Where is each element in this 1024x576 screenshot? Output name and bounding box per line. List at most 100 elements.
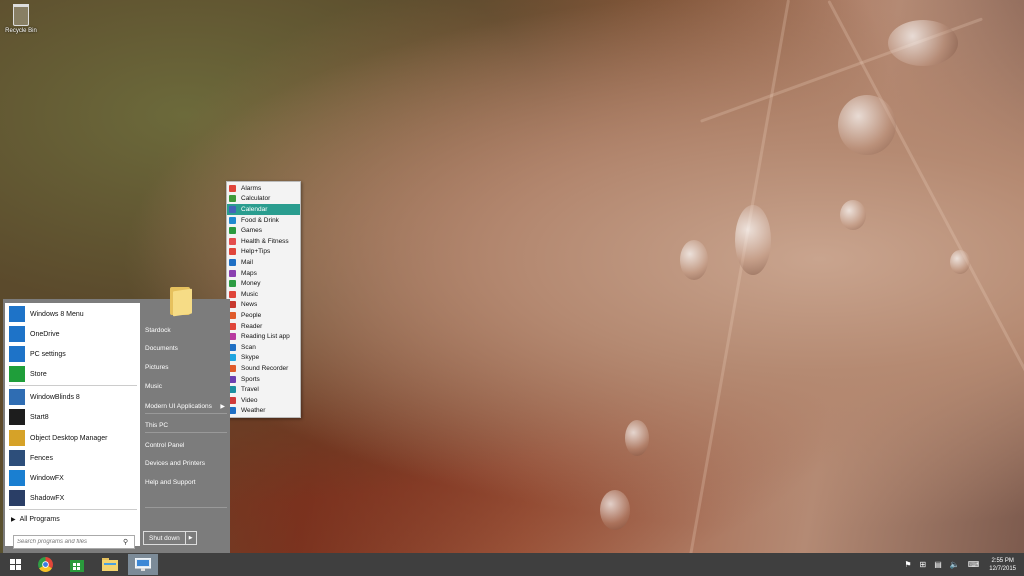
submenu-item[interactable]: Mail (227, 257, 300, 268)
start-menu-right-item[interactable]: Pictures (145, 360, 231, 374)
start-menu-item[interactable]: Start8 (9, 408, 137, 426)
submenu-item[interactable]: Reader (227, 321, 300, 332)
submenu-item[interactable]: Video (227, 395, 300, 406)
start-menu-item[interactable]: Object Desktop Manager (9, 429, 137, 447)
search-input[interactable] (14, 538, 123, 546)
menu-separator (145, 432, 227, 433)
submenu-item[interactable]: Music (227, 289, 300, 300)
submenu-item[interactable]: News (227, 300, 300, 311)
fences-icon (9, 450, 25, 466)
app-icon (229, 290, 236, 298)
start-menu-right-item-label: Stardock (145, 326, 171, 334)
app-icon (229, 216, 236, 224)
start-menu-right-item-label: Modern UI Applications (145, 402, 212, 410)
submenu-item-label: Sports (241, 375, 260, 383)
clock-time: 2:55 PM (991, 557, 1014, 564)
menu-separator (145, 507, 227, 508)
network-icon[interactable]: ▤ (934, 560, 942, 569)
start-menu-item[interactable]: Windows 8 Menu (9, 305, 137, 323)
start-menu-item[interactable]: WindowFX (9, 469, 137, 487)
submenu-item[interactable]: Food & Drink (227, 215, 300, 226)
folder-icon (102, 558, 118, 571)
submenu-item[interactable]: Calculator (227, 194, 300, 205)
submenu-item[interactable]: People (227, 310, 300, 321)
submenu-item[interactable]: Health & Fitness (227, 236, 300, 247)
submenu-item-label: Skype (241, 354, 260, 362)
start-menu-item-label: OneDrive (30, 330, 60, 338)
start-menu-item[interactable]: WindowBlinds 8 (9, 388, 137, 406)
start-menu-right-item[interactable]: Documents (145, 341, 231, 355)
submenu-item-label: Sound Recorder (241, 364, 289, 372)
user-folder-icon[interactable] (170, 285, 192, 317)
start-menu-right-item[interactable]: This PC (145, 418, 231, 432)
windowblinds-icon (9, 389, 25, 405)
start-menu-item[interactable]: Store (9, 365, 137, 383)
onedrive-icon (9, 326, 25, 342)
all-programs-button[interactable]: ▶ All Programs (11, 516, 60, 523)
windows-logo-icon (9, 559, 21, 570)
taskbar: ⚑ ⊞ ▤ 🔈 ⌨ 2:55 PM 12/7/2015 (0, 553, 1024, 576)
start-button[interactable] (0, 554, 30, 575)
start-menu-item-label: Start8 (30, 413, 49, 421)
control-panel-button[interactable] (128, 554, 158, 575)
start-menu-right-item-label: Help and Support (145, 478, 196, 486)
windows-tray-icon[interactable]: ⊞ (920, 560, 927, 569)
submenu-item[interactable]: Sports (227, 374, 300, 385)
store-icon (70, 559, 84, 572)
shutdown-button[interactable]: Shut down (144, 532, 186, 544)
submenu-item[interactable]: Weather (227, 406, 300, 417)
submenu-item[interactable]: Sound Recorder (227, 363, 300, 374)
start-menu-item-label: WindowBlinds 8 (30, 393, 80, 401)
all-programs-label: All Programs (19, 516, 60, 523)
submenu-item[interactable]: Skype (227, 353, 300, 364)
submenu-item[interactable]: Travel (227, 384, 300, 395)
submenu-item[interactable]: Help+Tips (227, 247, 300, 258)
start-menu-item[interactable]: PC settings (9, 345, 137, 363)
file-explorer-button[interactable] (95, 554, 125, 575)
start-menu-right-item-label: This PC (145, 421, 169, 429)
start-menu-item-label: Windows 8 Menu (30, 310, 84, 318)
start-menu-item[interactable]: OneDrive (9, 325, 137, 343)
app-icon (229, 269, 236, 277)
submenu-item[interactable]: Maps (227, 268, 300, 279)
submenu-item[interactable]: Calendar (227, 204, 300, 215)
submenu-item[interactable]: Reading List app (227, 331, 300, 342)
volume-icon[interactable]: 🔈 (950, 560, 960, 569)
app-icon (229, 184, 236, 192)
menu-separator (145, 413, 227, 414)
start-menu-right-item[interactable]: Control Panel (145, 438, 231, 452)
start-menu-item[interactable]: ShadowFX (9, 489, 137, 507)
modern-ui-applications-submenu: Alarms Calculator Calendar Food & Drink Game… (226, 181, 301, 418)
chevron-right-icon: ▶ (220, 403, 225, 410)
start-menu-right-item[interactable]: Music (145, 379, 231, 393)
start-menu-right-item[interactable]: Devices and Printers (145, 456, 231, 470)
submenu-item[interactable]: Scan (227, 342, 300, 353)
start-menu-right-item[interactable]: Stardock (145, 323, 231, 337)
menu-separator (9, 509, 137, 510)
start-menu-item-label: Store (30, 370, 47, 378)
clock[interactable]: 2:55 PM 12/7/2015 (989, 557, 1016, 573)
flag-icon[interactable]: ⚑ (904, 560, 911, 569)
submenu-item[interactable]: Money (227, 278, 300, 289)
chrome-button[interactable] (30, 554, 60, 575)
app-icon (229, 311, 236, 319)
shutdown-options-arrow-icon[interactable]: ▶ (186, 532, 196, 544)
search-box[interactable]: ⚲ (13, 535, 135, 549)
submenu-item[interactable]: Games (227, 225, 300, 236)
keyboard-icon[interactable]: ⌨ (968, 560, 980, 569)
submenu-item-label: People (241, 311, 262, 319)
submenu-item-label: Mail (241, 258, 253, 266)
app-icon (229, 205, 236, 213)
submenu-item[interactable]: Alarms (227, 183, 300, 194)
app-icon (229, 227, 236, 235)
store-button[interactable] (62, 554, 92, 575)
store-icon (9, 366, 25, 382)
submenu-item-label: Money (241, 280, 261, 288)
start-menu-right-item[interactable]: Modern UI Applications ▶ (145, 399, 231, 413)
start-menu-right-item[interactable]: Help and Support (145, 475, 231, 489)
clock-date: 12/7/2015 (989, 565, 1016, 572)
start-menu-item[interactable]: Fences (9, 449, 137, 467)
recycle-bin[interactable]: Recycle Bin (4, 4, 38, 34)
search-icon[interactable]: ⚲ (123, 538, 128, 546)
object-desktop-icon (9, 430, 25, 446)
